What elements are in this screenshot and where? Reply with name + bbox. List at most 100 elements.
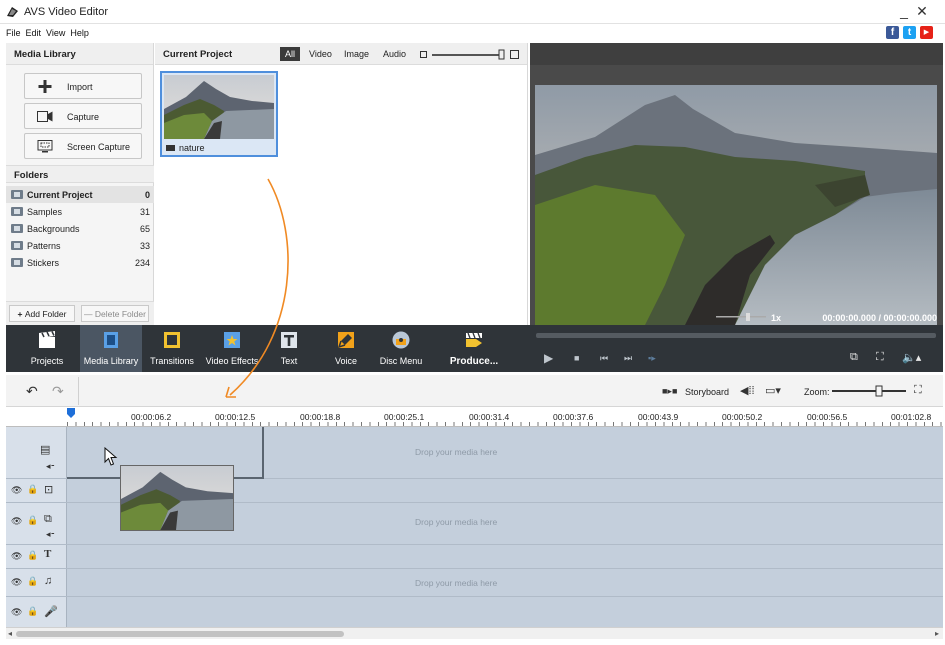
preview-panel: 1x 00:00:00.000 / 00:00:00.000 [530, 43, 943, 325]
folder-current-project[interactable]: Current Project 0 [6, 186, 154, 203]
redo-icon[interactable]: ↷ [52, 383, 64, 400]
menu-help[interactable]: Help [70, 28, 89, 38]
clapperboard-icon [39, 331, 55, 348]
undo-icon[interactable]: ↶ [26, 383, 38, 400]
audio-settings-icon[interactable]: ◀⁞⁞ [740, 384, 755, 397]
folder-name: Current Project [27, 190, 93, 200]
delete-folder-button[interactable]: — Delete Folder [81, 305, 149, 322]
play-icon[interactable]: ▶ [544, 351, 553, 365]
text-track[interactable]: 👁 🔒 T [6, 545, 943, 569]
screen-capture-label: Screen Capture [67, 142, 131, 152]
ruler-tick: 00:00:31.4 [469, 412, 510, 422]
menu-view[interactable]: View [46, 28, 65, 38]
media-item-name: nature [179, 143, 205, 153]
screen-capture-button[interactable]: Screen Capture [24, 133, 142, 159]
lock-icon[interactable]: 🔒 [27, 576, 38, 587]
folder-name: Patterns [27, 241, 61, 251]
stop-icon[interactable]: ■ [574, 353, 579, 363]
snapshot-icon[interactable]: ⧉ [850, 351, 858, 364]
eye-icon[interactable]: 👁 [11, 516, 22, 527]
thumbnail-size-slider[interactable] [420, 49, 520, 60]
ruler-tick: 00:00:18.8 [300, 412, 341, 422]
music-track[interactable]: 👁 🔒 ♫ Drop your media here [6, 569, 943, 597]
folder-name: Stickers [27, 258, 60, 268]
eye-icon[interactable]: 👁 [11, 551, 22, 562]
zoom-label: Zoom: [804, 387, 830, 397]
projects-tool[interactable]: Projects [22, 325, 72, 372]
overlay-icon: ⧉ [44, 513, 52, 525]
drop-hint: Drop your media here [415, 578, 498, 588]
fit-to-window-icon[interactable]: ⛶ [914, 384, 922, 397]
volume-icon[interactable]: 🔈▴ [902, 351, 921, 364]
lock-icon[interactable]: 🔒 [27, 550, 38, 561]
ruler-tick: 00:00:43.9 [638, 412, 679, 422]
media-library-panel: Media Library Import Capture Screen Capt… [6, 43, 154, 325]
eye-icon[interactable]: 👁 [11, 577, 22, 588]
minimize-icon[interactable]: _ [897, 3, 911, 19]
menu-edit[interactable]: Edit [26, 28, 42, 38]
folder-count: 65 [139, 224, 150, 234]
project-header: Current Project All Video Image Audio [155, 43, 527, 65]
folder-icon [11, 190, 23, 199]
lock-icon[interactable]: 🔒 [27, 606, 38, 617]
timeline-scrollbar[interactable]: ◂ ▸ [6, 627, 943, 639]
previous-frame-icon[interactable]: ⏮ [600, 353, 608, 364]
disc-menu-tool[interactable]: Disc Menu [376, 325, 426, 372]
film-icon [104, 332, 118, 348]
folder-stickers[interactable]: Stickers 234 [6, 254, 154, 271]
storyboard-icon[interactable]: ■▸■ [662, 386, 677, 397]
display-options-icon[interactable]: ▭▾ [765, 384, 781, 397]
capture-button[interactable]: Capture [24, 103, 142, 129]
voice-tool[interactable]: Voice [326, 325, 366, 372]
transitions-tool[interactable]: Transitions [146, 325, 198, 372]
lock-icon[interactable]: 🔒 [27, 484, 38, 495]
produce-tool[interactable]: Produce... [444, 325, 504, 372]
repeat-icon[interactable]: ▪▸ [648, 353, 656, 364]
folder-backgrounds[interactable]: Backgrounds 65 [6, 220, 154, 237]
speed-slider[interactable] [716, 313, 766, 321]
project-panel: Current Project All Video Image Audio na… [155, 43, 528, 325]
folder-name: Backgrounds [27, 224, 80, 234]
lock-icon[interactable]: 🔒 [27, 515, 38, 526]
filter-video[interactable]: Video [304, 47, 337, 61]
seek-bar[interactable] [536, 333, 936, 338]
transitions-icon [164, 332, 180, 348]
ruler-tick: 00:00:25.1 [384, 412, 425, 422]
filter-audio[interactable]: Audio [378, 47, 411, 61]
music-icon: ♫ [44, 575, 53, 587]
audio-mute-icon[interactable]: ◂⁃ [46, 529, 55, 540]
playhead-marker[interactable] [67, 408, 75, 418]
scroll-right-icon[interactable]: ▸ [935, 629, 939, 638]
voice-track[interactable]: 👁 🔒 🎤 [6, 597, 943, 627]
scroll-left-icon[interactable]: ◂ [8, 629, 12, 638]
ruler-tick: 00:00:12.5 [215, 412, 256, 422]
import-button[interactable]: Import [24, 73, 142, 99]
next-frame-icon[interactable]: ⏭ [624, 353, 632, 364]
folder-samples[interactable]: Samples 31 [6, 203, 154, 220]
timeline-ruler[interactable]: 00:00:06.2 00:00:12.5 00:00:18.8 00:00:2… [6, 407, 943, 427]
media-item-nature[interactable]: nature [160, 71, 278, 157]
ruler-tick: 00:00:37.6 [553, 412, 594, 422]
filter-image[interactable]: Image [339, 47, 374, 61]
folder-count: 234 [134, 258, 150, 268]
filter-all[interactable]: All [280, 47, 301, 61]
storyboard-toggle[interactable]: Storyboard [685, 387, 729, 397]
twitter-icon[interactable]: t [903, 26, 916, 39]
eye-icon[interactable]: 👁 [11, 485, 22, 496]
capture-label: Capture [67, 112, 100, 122]
eye-icon[interactable]: 👁 [11, 607, 22, 618]
add-folder-button[interactable]: + Add Folder [9, 305, 75, 322]
fullscreen-icon[interactable]: ⛶ [876, 351, 884, 364]
folder-patterns[interactable]: Patterns 33 [6, 237, 154, 254]
media-library-tool[interactable]: Media Library [80, 325, 142, 372]
folder-actions: + Add Folder — Delete Folder [6, 301, 154, 325]
menu-file[interactable]: File [6, 28, 21, 38]
youtube-icon[interactable]: ▶ [920, 26, 933, 39]
folder-icon [11, 207, 23, 216]
audio-mute-icon[interactable]: ◂⁃ [46, 461, 55, 472]
dragged-clip[interactable] [120, 465, 234, 531]
close-icon[interactable]: ✕ [915, 3, 929, 20]
facebook-icon[interactable]: f [886, 26, 899, 39]
zoom-slider[interactable] [832, 385, 906, 397]
scrollbar-thumb[interactable] [16, 631, 344, 637]
